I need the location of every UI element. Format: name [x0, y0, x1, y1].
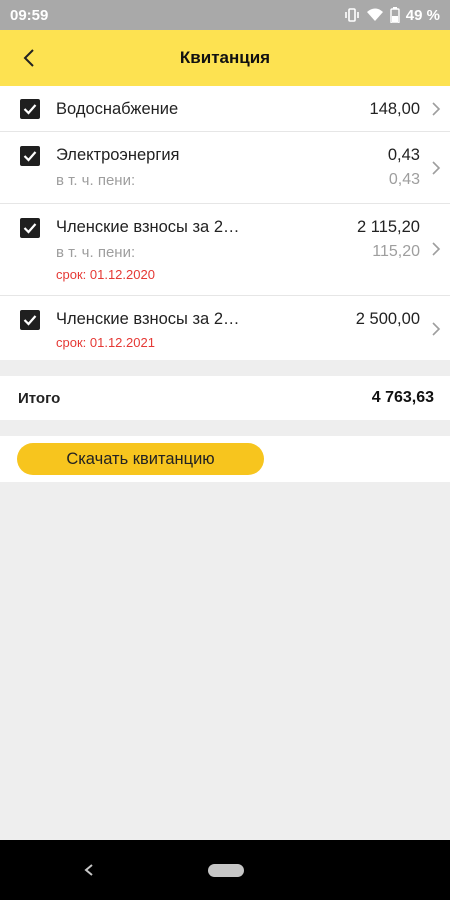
list-item[interactable]: Членские взносы за 2… 2 500,00 срок: 01.…	[0, 296, 450, 360]
battery-icon	[390, 7, 400, 23]
item-checkbox[interactable]	[20, 310, 40, 330]
charges-list: Водоснабжение 148,00 Электроэнергия 0,43…	[0, 86, 450, 360]
status-icons: 49 %	[344, 7, 440, 24]
total-label: Итого	[18, 389, 61, 407]
item-deadline: срок: 01.12.2021	[56, 335, 155, 350]
chevron-right-icon	[432, 102, 441, 116]
item-amount: 2 500,00	[355, 310, 420, 328]
system-nav-bar	[0, 840, 450, 900]
item-title: Водоснабжение	[56, 100, 179, 118]
item-penalty-amount: 0,43	[388, 171, 420, 188]
item-penalty-label: в т. ч. пени:	[56, 172, 136, 189]
nav-back-icon[interactable]	[80, 860, 98, 880]
chevron-right-icon	[432, 161, 441, 175]
status-time: 09:59	[10, 6, 49, 24]
check-icon	[23, 223, 37, 234]
nav-home-pill[interactable]	[208, 864, 244, 877]
total-row: Итого 4 763,63	[0, 376, 450, 420]
item-title: Электроэнергия	[56, 146, 180, 164]
wifi-icon	[366, 8, 383, 21]
item-penalty-amount: 115,20	[372, 243, 420, 260]
item-amount: 0,43	[387, 146, 420, 164]
item-amount: 2 115,20	[356, 218, 420, 236]
app-bar: Квитанция	[0, 30, 450, 86]
action-panel: Скачать квитанцию	[0, 436, 450, 482]
list-item[interactable]: Электроэнергия 0,43 в т. ч. пени: 0,43	[0, 132, 450, 204]
item-amount: 148,00	[369, 100, 420, 118]
vibrate-icon	[344, 8, 359, 22]
download-receipt-button[interactable]: Скачать квитанцию	[17, 443, 264, 475]
back-button[interactable]	[14, 44, 44, 72]
item-penalty-label: в т. ч. пени:	[56, 244, 136, 261]
check-icon	[23, 315, 37, 326]
status-bar: 09:59 49 %	[0, 0, 450, 30]
list-item[interactable]: Членские взносы за 2… 2 115,20 в т. ч. п…	[0, 204, 450, 296]
item-title: Членские взносы за 2…	[56, 310, 240, 328]
check-icon	[23, 151, 37, 162]
item-deadline: срок: 01.12.2020	[56, 267, 155, 282]
chevron-right-icon	[432, 322, 441, 336]
item-title: Членские взносы за 2…	[56, 218, 240, 236]
total-value: 4 763,63	[371, 389, 434, 406]
back-arrow-icon	[23, 49, 34, 67]
item-checkbox[interactable]	[20, 99, 40, 119]
battery-percent: 49 %	[405, 6, 440, 24]
item-checkbox[interactable]	[20, 146, 40, 166]
item-checkbox[interactable]	[20, 218, 40, 238]
chevron-right-icon	[432, 242, 441, 256]
page-title: Квитанция	[179, 48, 271, 67]
check-icon	[23, 104, 37, 115]
list-item[interactable]: Водоснабжение 148,00	[0, 86, 450, 132]
